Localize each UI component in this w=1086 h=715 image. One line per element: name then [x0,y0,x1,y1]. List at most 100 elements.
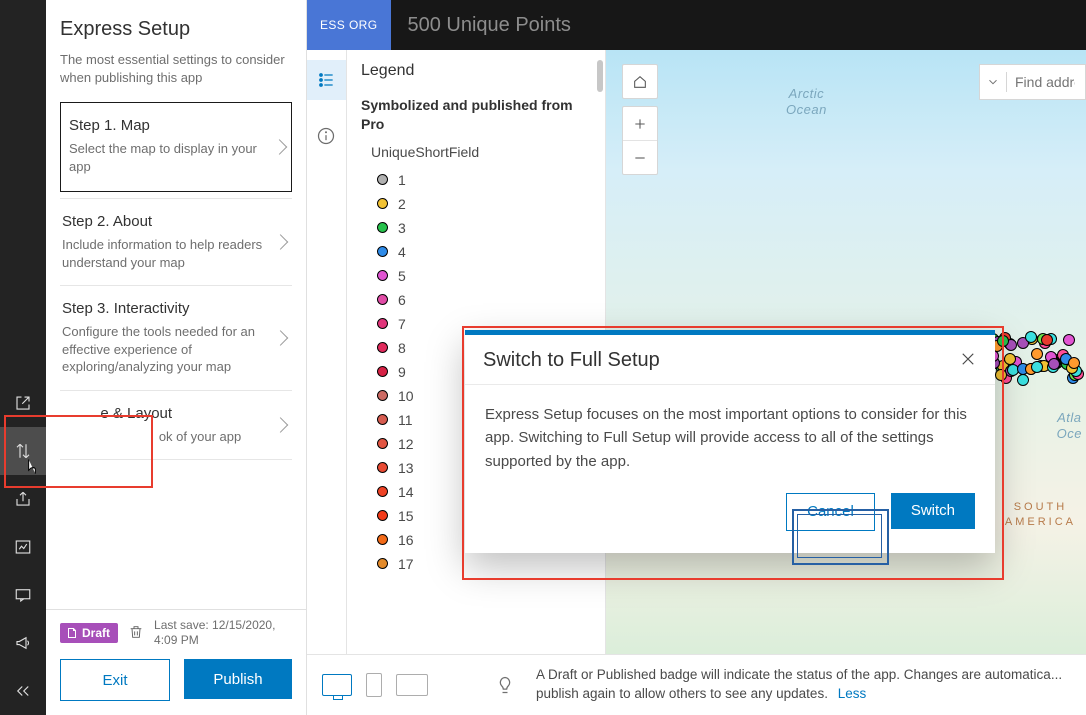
left-tool-rail [0,0,46,715]
legend-item-label: 16 [398,532,414,548]
ocean-label-arctic: ArcticOcean [786,86,827,117]
legend-swatch-icon [377,534,388,545]
bottom-bar: A Draft or Published badge will indicate… [306,654,1086,715]
workspace-toolbar [306,50,347,655]
legend-swatch-icon [377,486,388,497]
legend-swatch-icon [377,366,388,377]
step-subtitle: Include information to help readers unde… [62,236,270,271]
chevron-right-icon [273,234,289,250]
org-badge: ESS ORG [306,0,391,50]
delete-button[interactable] [128,624,144,643]
home-button[interactable] [623,65,657,98]
legend-layer-title: Symbolized and published from Pro [361,96,591,134]
legend-swatch-icon [377,438,388,449]
zoom-out-button[interactable] [623,140,657,174]
step-about[interactable]: Step 2. About Include information to hel… [60,198,292,285]
rail-collapse-button[interactable] [0,667,46,715]
rail-analytics-button[interactable] [0,523,46,571]
chevron-right-icon [273,330,289,346]
panel-subtitle: The most essential settings to consider … [60,51,292,86]
legend-item-label: 1 [398,172,406,188]
step-title: Step 1. Map [69,117,269,134]
map-search[interactable] [979,64,1086,100]
legend-swatch-icon [377,174,388,185]
search-input[interactable] [1013,73,1077,91]
tip-text: A Draft or Published badge will indicate… [536,666,1070,704]
map-point-icon [1068,357,1080,369]
legend-item: 4 [377,240,591,264]
config-panel: Express Setup The most essential setting… [46,0,307,715]
legend-item-label: 13 [398,460,414,476]
legend-item: 6 [377,288,591,312]
legend-item-label: 8 [398,340,406,356]
publish-button[interactable]: Publish [184,659,292,699]
map-point-icon [1025,331,1037,343]
modal-close-button[interactable] [959,350,977,371]
device-tablet[interactable] [396,674,428,696]
legend-swatch-icon [377,246,388,257]
switch-setup-modal: Switch to Full Setup Express Setup focus… [465,330,995,553]
device-phone[interactable] [366,673,382,697]
chevron-right-icon [273,417,289,433]
step-subtitle: Configure the tools needed for an effect… [62,323,270,376]
legend-item-label: 14 [398,484,414,500]
modal-body: Express Setup focuses on the most import… [465,385,995,473]
step-interactivity[interactable]: Step 3. Interactivity Configure the tool… [60,285,292,390]
modal-title: Switch to Full Setup [483,349,959,372]
legend-swatch-icon [377,510,388,521]
legend-item: 2 [377,192,591,216]
info-button[interactable] [306,116,346,156]
legend-item-label: 9 [398,364,406,380]
legend-swatch-icon [377,390,388,401]
panel-title: Express Setup [60,18,292,41]
panel-footer: Draft Last save: 12/15/2020, 4:09 PM Exi… [46,609,306,715]
legend-item: 17 [377,552,591,576]
legend-item-label: 6 [398,292,406,308]
map-point-icon [1063,334,1075,346]
zoom-in-button[interactable] [623,107,657,140]
step-list: Step 1. Map Select the map to display in… [46,96,306,609]
device-desktop[interactable] [322,674,352,696]
chevron-right-icon [272,139,288,155]
step-title: Theme & Layout [62,405,270,422]
legend-swatch-icon [377,414,388,425]
legend-item-label: 11 [398,412,413,428]
device-switcher [322,673,428,697]
legend-swatch-icon [377,342,388,353]
legend-swatch-icon [377,318,388,329]
map-point-icon [1031,361,1043,373]
legend-sublayer-title: UniqueShortField [371,144,591,160]
rail-feedback-button[interactable] [0,571,46,619]
legend-toggle-button[interactable] [306,60,346,100]
legend-item-label: 5 [398,268,406,284]
chevron-down-icon [986,75,1000,89]
tip-less-link[interactable]: Less [838,686,867,701]
step-title: Step 2. About [62,213,270,230]
continent-label-sa: SOUTHAMERICA [1005,500,1076,531]
legend-item-label: 17 [398,556,414,572]
page-title: 500 Unique Points [407,14,570,37]
legend-item-label: 15 [398,508,414,524]
step-subtitle: Select the map to display in your app [69,140,269,175]
legend-swatch-icon [377,294,388,305]
modal-cancel-button[interactable]: Cancel [786,493,875,531]
modal-switch-button[interactable]: Switch [891,493,975,529]
last-save-text: Last save: 12/15/2020, 4:09 PM [154,618,292,649]
exit-button[interactable]: Exit [60,659,170,701]
scrollbar-thumb[interactable] [597,60,603,92]
legend-item-label: 4 [398,244,406,260]
legend-item-label: 3 [398,220,406,236]
rail-share-button[interactable] [0,475,46,523]
step-theme-layout[interactable]: Theme & Layout Customize the look of you… [60,390,292,461]
legend-swatch-icon [377,270,388,281]
ocean-label-atlantic: AtlaOce [1057,410,1082,441]
legend-swatch-icon [377,198,388,209]
rail-announce-button[interactable] [0,619,46,667]
cursor-icon [22,456,42,481]
legend-item-label: 12 [398,436,414,452]
legend-item-label: 7 [398,316,406,332]
rail-open-app-button[interactable] [0,379,46,427]
step-map[interactable]: Step 1. Map Select the map to display in… [60,102,292,192]
legend-swatch-icon [377,462,388,473]
tips-button[interactable] [490,670,520,700]
